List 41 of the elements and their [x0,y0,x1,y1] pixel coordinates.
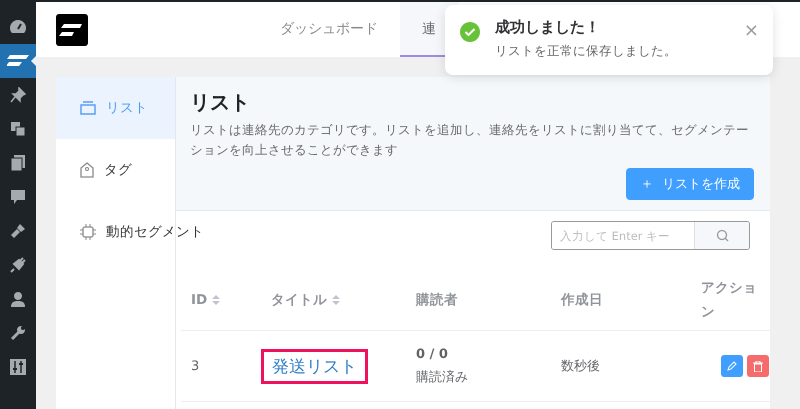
user-icon[interactable] [10,291,26,307]
toast-message: リストを正常に保存しました。 [495,43,678,60]
sidebar-item[interactable]: リスト [56,77,175,139]
dashboard-icon[interactable] [9,19,27,35]
sidebar-item[interactable]: タグ [56,139,175,201]
list-title-link[interactable]: 発送リスト [261,348,368,384]
column-header: 購読者 [416,291,458,309]
search-field[interactable]: 入力して Enter キー [551,221,750,250]
sliders-icon[interactable] [10,359,26,375]
pencil-icon [727,361,737,371]
pages-icon[interactable] [11,155,25,171]
nav-tab[interactable]: ダッシュボード [258,2,400,57]
page-title: リスト [190,89,251,116]
delete-button[interactable] [747,355,769,377]
plug-icon[interactable] [10,257,26,273]
sidebar-item[interactable]: 動的セグメント [56,201,204,263]
pin-icon[interactable] [10,87,26,103]
column-header: アクション [701,279,758,322]
wrench-icon[interactable] [10,325,26,341]
subscriber-count: 0 / 0 [416,346,448,362]
comment-icon[interactable] [10,189,26,205]
media-icon[interactable] [10,121,26,137]
logo-icon[interactable] [56,14,88,46]
tag-icon [80,162,94,178]
toast-title: 成功しました！ [495,18,601,37]
subscriber-status: 購読済み [416,368,468,386]
table-cell: 3 [191,358,200,374]
close-button[interactable]: × [744,22,759,40]
trash-icon [753,360,763,372]
column-header[interactable]: ID [191,292,208,308]
create-list-button[interactable]: ＋ リストを作成 [626,168,754,200]
column-header[interactable]: タイトル [271,291,327,309]
table-cell-text: 数秒後 [561,358,600,375]
brush-icon[interactable] [10,223,26,239]
column-header: 作成日 [561,291,603,309]
folder-icon [80,101,96,115]
page-description: リストは連絡先のカテゴリです。リストを追加し、連絡先をリストに割り当てて、セグメンテーションを向上させることができます [190,121,750,159]
search-icon [716,229,728,242]
chip-icon [80,224,96,240]
check-icon [460,22,480,42]
edit-button[interactable] [721,355,743,377]
